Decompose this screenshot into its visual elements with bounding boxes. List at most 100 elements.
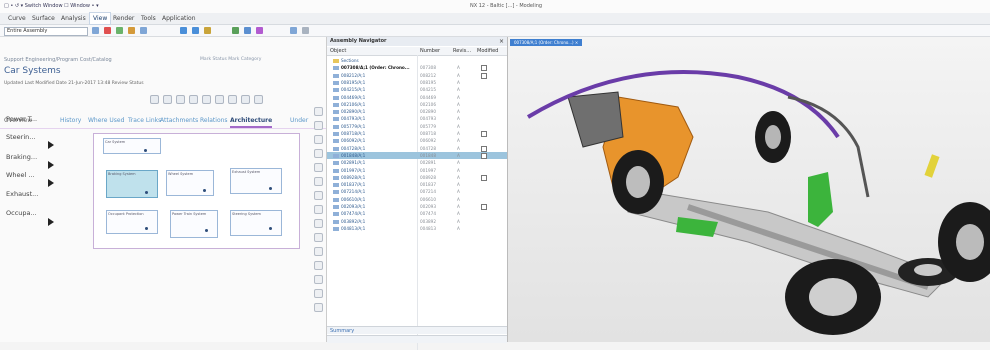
table-row[interactable]: 007308/A;1 (Order: Chrono... 007308 A <box>327 64 507 72</box>
table-row[interactable]: 004469/A;1 004469 A <box>327 94 507 101</box>
col-revision[interactable]: Revis... <box>453 47 471 55</box>
table-row[interactable]: Sections <box>327 57 507 64</box>
view-icon[interactable] <box>244 27 251 34</box>
modified-checkbox[interactable] <box>481 65 487 72</box>
chart-icon[interactable] <box>314 261 323 270</box>
table-row[interactable]: 006610/A;1 006610 A <box>327 196 507 203</box>
table-row[interactable]: 004728/A;1 004728 A <box>327 145 507 152</box>
share-icon[interactable] <box>241 95 250 104</box>
tab-architecture[interactable]: Architecture <box>230 117 273 128</box>
document-icon[interactable] <box>314 247 323 256</box>
table-row[interactable]: 008212/A;1 008212 A <box>327 72 507 79</box>
gallery-icon[interactable] <box>314 275 323 284</box>
help-icon[interactable] <box>150 95 159 104</box>
table-row[interactable]: 008928/A;1 008928 A <box>327 174 507 181</box>
table-row[interactable]: 001997/A;1 001997 A <box>327 167 507 174</box>
history-icon[interactable] <box>314 163 323 172</box>
diagram-box-wheel[interactable]: Wheel System <box>166 170 214 196</box>
star-icon[interactable] <box>228 95 237 104</box>
close-icon[interactable]: × <box>499 37 504 46</box>
check-icon[interactable] <box>314 289 323 298</box>
architecture-diagram[interactable]: Car System Braking System Wheel System E… <box>93 133 300 249</box>
modified-checkbox[interactable] <box>481 152 487 159</box>
side-item-occupant[interactable]: Occupa... <box>6 209 37 217</box>
diagram-box-steering[interactable]: Steering System <box>230 210 282 236</box>
table-row[interactable]: 007474/A;1 007474 A <box>327 210 507 217</box>
more-icon[interactable] <box>254 95 263 104</box>
col-number[interactable]: Number <box>420 47 440 55</box>
diagram-box-exhaust[interactable]: Exhaust System <box>230 168 282 194</box>
menu-curve[interactable]: Curve <box>8 13 26 24</box>
expand-steering-icon[interactable] <box>48 141 54 149</box>
home-icon[interactable] <box>314 107 323 116</box>
tab-where-used[interactable]: Where Used <box>88 117 124 124</box>
menu-tools[interactable]: Tools <box>141 13 156 24</box>
diagram-box-braking[interactable]: Braking System <box>106 170 158 198</box>
menu-analysis[interactable]: Analysis <box>61 13 86 24</box>
edit-icon[interactable] <box>176 95 185 104</box>
summary-panel[interactable]: Summary <box>327 326 507 334</box>
tab-relations[interactable]: Relations <box>200 117 228 124</box>
table-row[interactable]: 004813/A;1 004813 A <box>327 225 507 232</box>
table-row[interactable]: 006092/A;1 006092 A <box>327 137 507 144</box>
side-item-steering[interactable]: Steerin... <box>6 133 35 141</box>
menu-surface[interactable]: Surface <box>32 13 55 24</box>
table-row[interactable]: 002890/A;1 002890 A <box>327 108 507 115</box>
modified-checkbox[interactable] <box>481 145 487 152</box>
side-item-power-train[interactable]: Power T... <box>6 115 37 123</box>
curve-icon[interactable] <box>140 27 147 34</box>
tab-history[interactable]: History <box>60 117 81 124</box>
modified-checkbox[interactable] <box>481 204 487 210</box>
table-row[interactable]: 005779/A;1 005779 A <box>327 123 507 130</box>
print-icon[interactable] <box>215 95 224 104</box>
menu-render[interactable]: Render <box>113 13 134 24</box>
section-icon[interactable] <box>256 27 263 34</box>
expand-occupant-icon[interactable] <box>48 218 54 226</box>
menu-application[interactable]: Application <box>162 13 196 24</box>
table-row[interactable]: 004215/A;1 004215 A <box>327 86 507 93</box>
tab-attachments[interactable]: Attachments <box>160 117 198 124</box>
diagram-box-occupant[interactable]: Occupant Protection <box>106 210 158 234</box>
expand-wheel-icon[interactable] <box>48 179 54 187</box>
table-row[interactable]: 001837/A;1 001837 A <box>327 181 507 188</box>
delete-icon[interactable] <box>202 95 211 104</box>
grid-icon[interactable] <box>290 27 297 34</box>
table-row[interactable]: 004793/A;1 004793 A <box>327 115 507 122</box>
modified-checkbox[interactable] <box>481 174 487 181</box>
settings-icon[interactable] <box>302 27 309 34</box>
table-row[interactable]: 008195/A;1 008195 A <box>327 79 507 86</box>
quick-access-toolbar[interactable]: □ • ↺ ▾ Switch Window ☐ Window • ▾ <box>4 0 99 13</box>
table-row[interactable]: 002891/A;1 002891 A <box>327 159 507 166</box>
snap-icon[interactable] <box>104 27 111 34</box>
render-icon[interactable] <box>180 27 187 34</box>
edge-icon[interactable] <box>204 27 211 34</box>
side-item-wheel[interactable]: Wheel ... <box>6 171 35 179</box>
table-row[interactable]: 002106/A;1 002106 A <box>327 101 507 108</box>
modified-checkbox[interactable] <box>481 72 487 79</box>
table-row[interactable]: 001848/A;1 001848 A <box>327 151 507 159</box>
col-modified[interactable]: Modified <box>477 47 498 55</box>
side-item-exhaust[interactable]: Exhaust... <box>6 190 38 198</box>
roles-icon[interactable] <box>314 219 323 228</box>
shade-icon[interactable] <box>192 27 199 34</box>
add-icon[interactable] <box>163 95 172 104</box>
share-icon[interactable] <box>314 177 323 186</box>
menu-view[interactable]: View <box>89 12 112 25</box>
selection-icon[interactable] <box>92 27 99 34</box>
diagram-box-car-system[interactable]: Car System <box>103 138 161 154</box>
table-row[interactable]: 003892/A;1 003892 A <box>327 218 507 225</box>
table-row[interactable]: 002093/A;1 002093 A <box>327 203 507 210</box>
col-object[interactable]: Object <box>330 47 346 55</box>
modified-checkbox[interactable] <box>481 131 487 137</box>
graphics-window[interactable]: 007308/A;1 (Order: Chrono...) × <box>508 37 990 342</box>
table-row[interactable]: 007214/A;1 007214 A <box>327 188 507 195</box>
tab-trace-links[interactable]: Trace Links <box>128 117 161 124</box>
car-chassis-model[interactable] <box>508 37 990 342</box>
palette-icon[interactable] <box>314 205 323 214</box>
tab-under[interactable]: Under <box>290 117 308 124</box>
scope-select[interactable]: Entire Assembly <box>4 27 88 36</box>
globe-icon[interactable] <box>314 191 323 200</box>
clock-icon[interactable] <box>314 233 323 242</box>
part-icon[interactable] <box>314 121 323 130</box>
layer-icon[interactable] <box>232 27 239 34</box>
